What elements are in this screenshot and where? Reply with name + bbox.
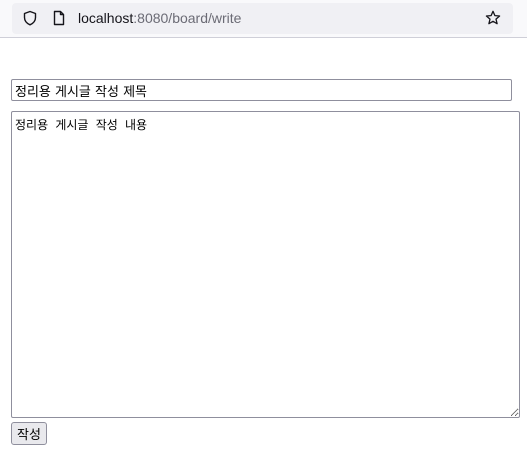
url-host: localhost: [78, 10, 134, 26]
url-bar[interactable]: localhost:8080/board/write: [12, 3, 513, 34]
title-input[interactable]: [11, 79, 512, 101]
page-icon: [53, 10, 65, 26]
star-icon[interactable]: [485, 10, 501, 26]
url-text[interactable]: localhost:8080/board/write: [78, 3, 241, 34]
page-content: 정리용 게시글 작성 내용 작성: [0, 39, 527, 455]
browser-toolbar: localhost:8080/board/write: [0, 0, 527, 38]
content-textarea[interactable]: 정리용 게시글 작성 내용: [11, 111, 520, 418]
shield-icon[interactable]: [22, 10, 38, 26]
submit-button[interactable]: 작성: [11, 422, 47, 445]
url-path: :8080/board/write: [133, 10, 242, 26]
